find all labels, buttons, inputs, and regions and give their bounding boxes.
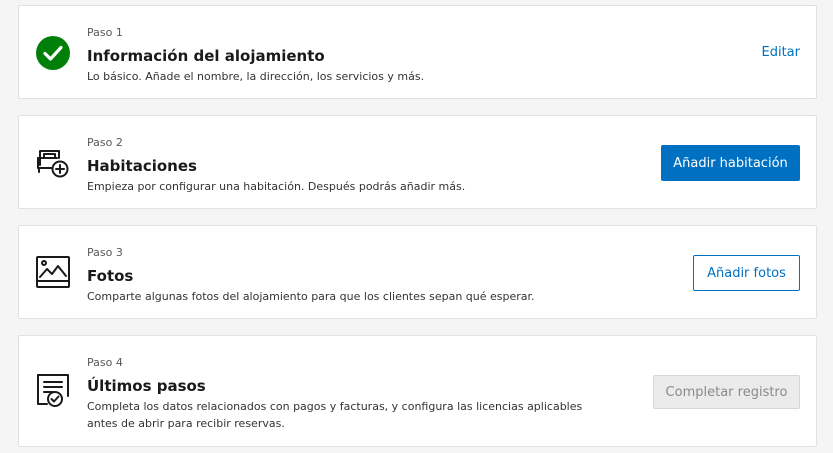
step-label: Paso 4 <box>87 356 123 369</box>
step-title: Fotos <box>87 267 134 285</box>
step-label: Paso 2 <box>87 136 123 149</box>
step-card-3: Paso 3 Fotos Comparte algunas fotos del … <box>18 225 817 319</box>
checkmark-circle-icon <box>35 35 71 71</box>
step-card-4: Paso 4 Últimos pasos Completa los datos … <box>18 335 817 447</box>
step-label: Paso 1 <box>87 26 123 39</box>
step-title: Últimos pasos <box>87 377 206 395</box>
step-description: Completa los datos relacionados con pago… <box>87 400 583 430</box>
step-card-1: Paso 1 Información del alojamiento Lo bá… <box>18 5 817 99</box>
step-description: Empieza por configurar una habitación. D… <box>87 180 466 193</box>
bed-add-icon <box>35 144 71 180</box>
add-photos-button[interactable]: Añadir fotos <box>693 255 800 291</box>
step-description: Lo básico. Añade el nombre, la dirección… <box>87 70 425 83</box>
image-icon <box>35 254 71 290</box>
step-title: Información del alojamiento <box>87 47 325 65</box>
complete-registration-button[interactable]: Completar registro <box>653 375 800 409</box>
step-description: Comparte algunas fotos del alojamiento p… <box>87 290 535 303</box>
step-title: Habitaciones <box>87 157 197 175</box>
add-room-button[interactable]: Añadir habitación <box>661 145 800 181</box>
step-label: Paso 3 <box>87 246 123 259</box>
step-card-2: Paso 2 Habitaciones Empieza por configur… <box>18 115 817 209</box>
document-check-icon <box>35 372 71 408</box>
edit-link[interactable]: Editar <box>762 45 801 60</box>
